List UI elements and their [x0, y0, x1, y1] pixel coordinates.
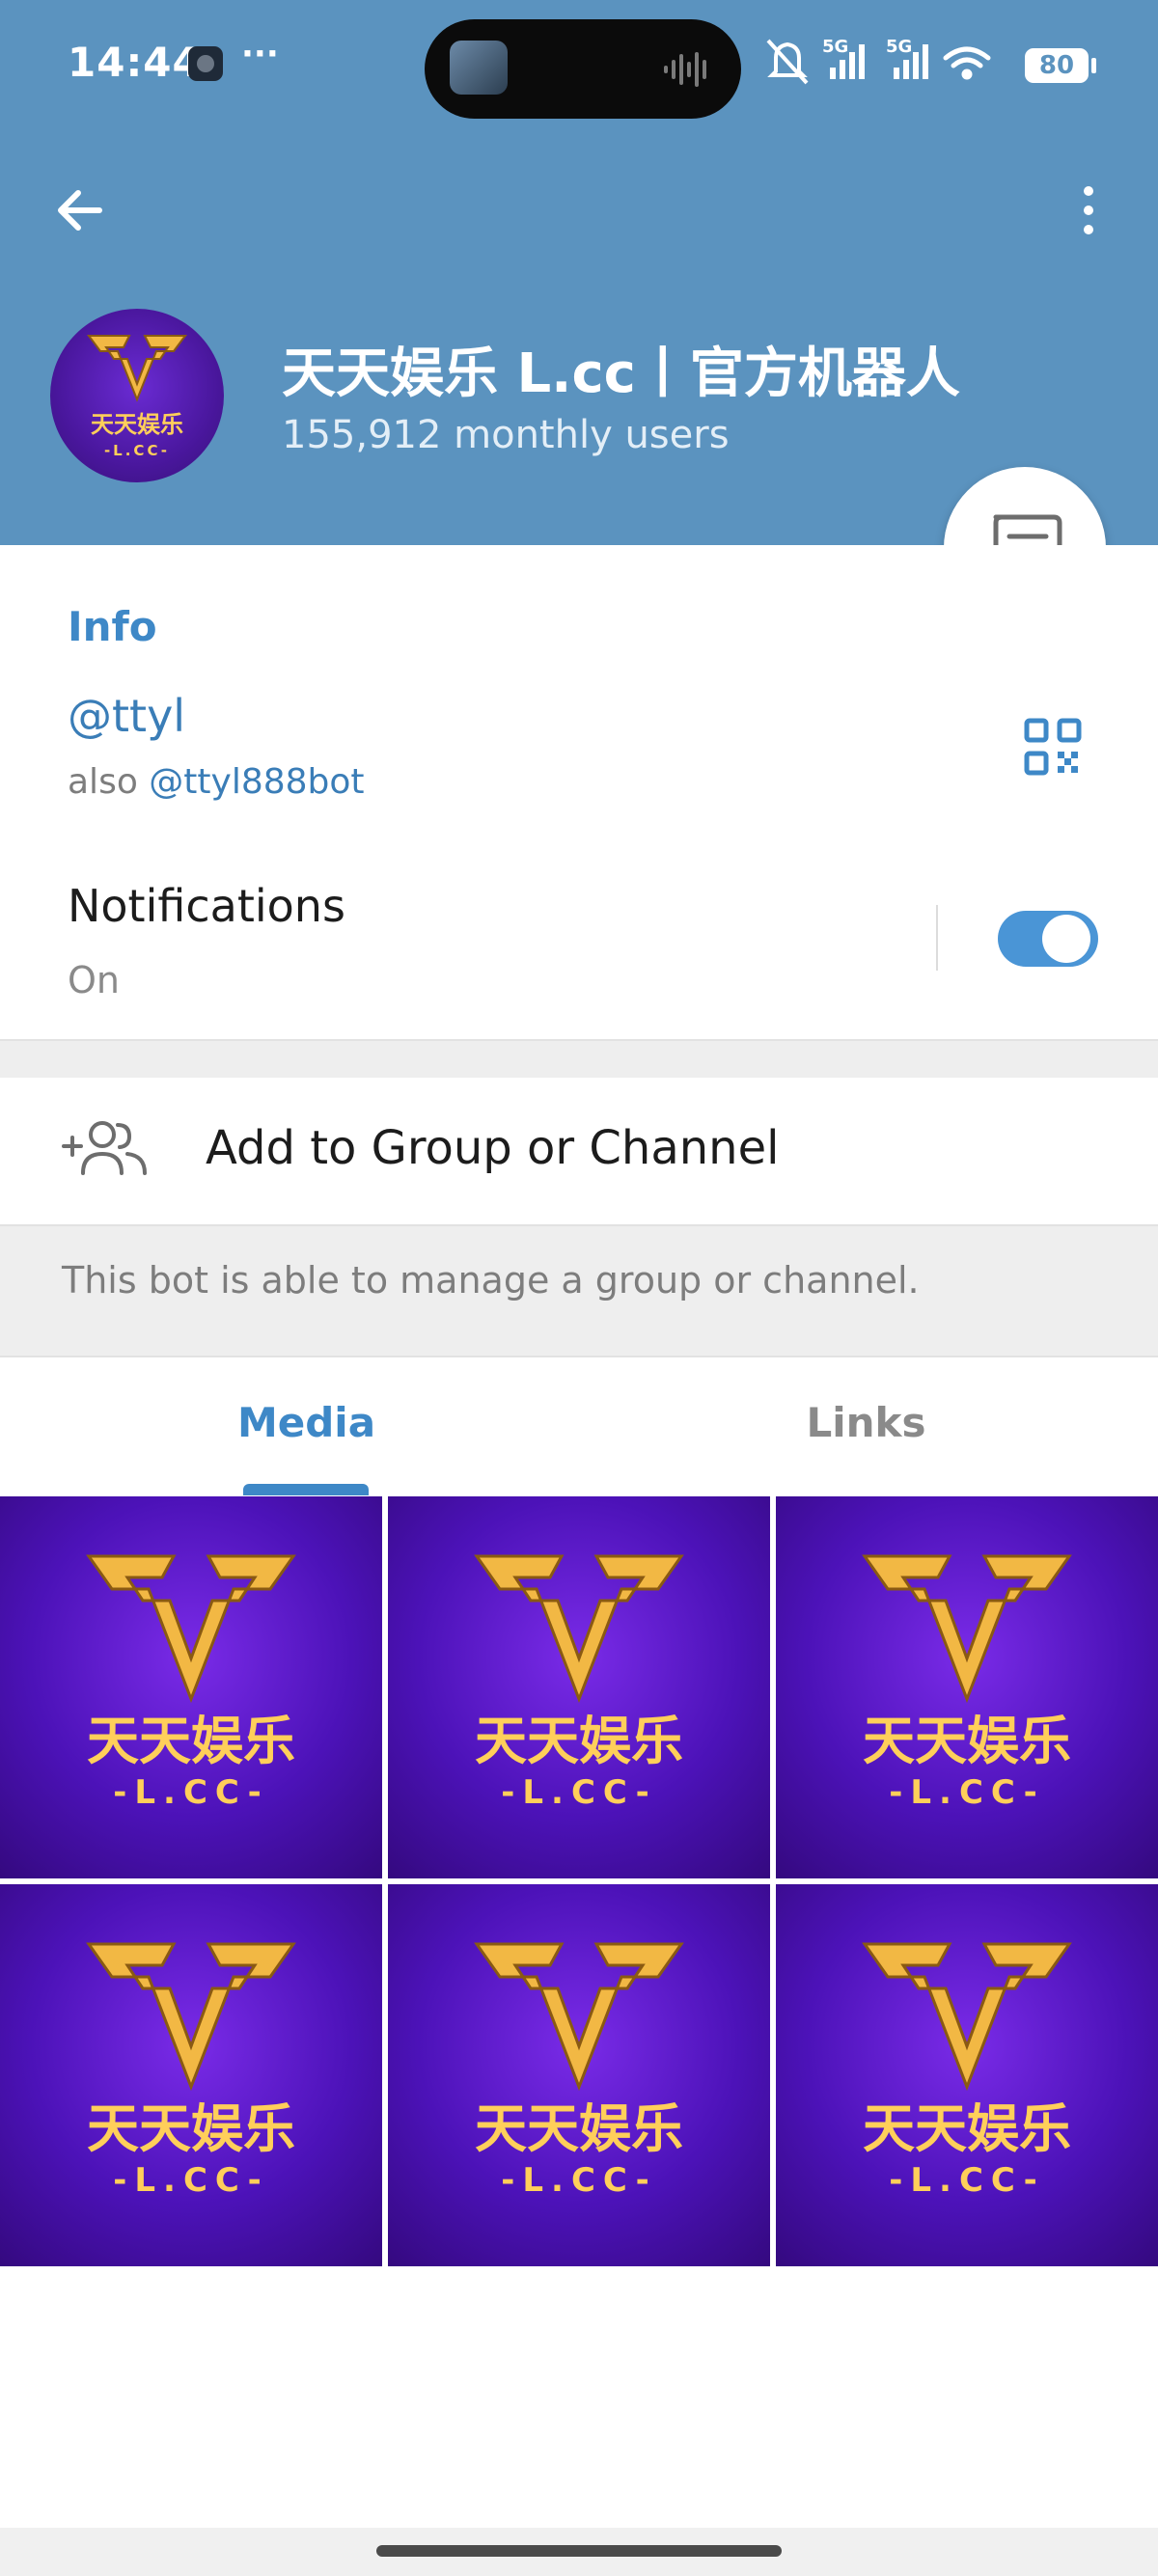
media-logo: 天天娱乐 -L.CC-: [86, 1942, 296, 2200]
wifi-icon: [943, 46, 991, 80]
media-thumbnail[interactable]: 天天娱乐 -L.CC-: [776, 1496, 1158, 1878]
audio-wave-icon: [664, 52, 706, 87]
bot-note-text: This bot is able to manage a group or ch…: [62, 1259, 920, 1302]
battery-tip: [1091, 58, 1096, 73]
media-logo-text: 天天娱乐: [475, 2098, 683, 2159]
notifications-state: On: [68, 959, 120, 1001]
notification-app-icon: [188, 46, 223, 81]
tab-media[interactable]: Media: [193, 1399, 420, 1446]
v-logo-icon: [474, 1942, 684, 2092]
status-time: 14:44: [68, 39, 202, 86]
avatar-logo-text: 天天娱乐: [91, 411, 183, 438]
media-logo-text: 天天娱乐: [87, 2098, 295, 2159]
v-logo-icon: [87, 335, 187, 402]
media-logo-sub: -L.CC-: [501, 1773, 657, 1812]
media-logo-sub: -L.CC-: [501, 2161, 657, 2200]
notifications-label[interactable]: Notifications: [68, 880, 345, 932]
also-username: also @ttyl888bot: [68, 762, 365, 802]
notifications-divider: [936, 905, 938, 971]
home-indicator[interactable]: [376, 2545, 782, 2557]
also-username-link[interactable]: @ttyl888bot: [149, 762, 364, 802]
media-thumbnail[interactable]: 天天娱乐 -L.CC-: [388, 1884, 770, 2266]
qr-code-icon[interactable]: [1023, 717, 1083, 777]
media-logo: 天天娱乐 -L.CC-: [474, 1554, 684, 1812]
v-logo-icon: [862, 1554, 1072, 1704]
avatar[interactable]: 天天娱乐 -L.CC-: [50, 309, 224, 482]
media-thumbnail[interactable]: 天天娱乐 -L.CC-: [388, 1496, 770, 1878]
info-section-title: Info: [68, 603, 157, 650]
media-logo-text: 天天娱乐: [87, 1711, 295, 1771]
bot-name-title: 天天娱乐 L.cc丨官方机器人: [282, 343, 960, 405]
also-prefix: also: [68, 762, 138, 802]
add-to-group-label[interactable]: Add to Group or Channel: [206, 1121, 779, 1175]
media-thumbnail[interactable]: 天天娱乐 -L.CC-: [0, 1884, 382, 2266]
media-logo-text: 天天娱乐: [475, 1711, 683, 1771]
media-logo: 天天娱乐 -L.CC-: [862, 1554, 1072, 1812]
media-logo: 天天娱乐 -L.CC-: [86, 1554, 296, 1812]
tab-links[interactable]: Links: [753, 1399, 979, 1446]
avatar-logo: 天天娱乐 -L.CC-: [87, 335, 187, 459]
network-label-1: 5G: [822, 37, 848, 57]
arrow-left-icon[interactable]: [43, 174, 117, 247]
network-label-2: 5G: [886, 37, 912, 57]
v-logo-icon: [86, 1554, 296, 1704]
media-logo: 天天娱乐 -L.CC-: [862, 1942, 1072, 2200]
media-thumbnail-icon: [450, 41, 508, 95]
battery-indicator: 80: [1025, 48, 1089, 83]
avatar-logo-sub: -L.CC-: [104, 442, 170, 459]
notifications-toggle-knob: [1042, 915, 1090, 963]
media-logo-sub: -L.CC-: [889, 2161, 1045, 2200]
media-logo-text: 天天娱乐: [863, 1711, 1071, 1771]
add-users-icon: [62, 1121, 147, 1175]
media-thumbnail[interactable]: 天天娱乐 -L.CC-: [776, 1884, 1158, 2266]
username-link[interactable]: @ttyl: [68, 690, 185, 742]
monthly-users: 155,912 monthly users: [282, 413, 730, 457]
media-logo: 天天娱乐 -L.CC-: [474, 1942, 684, 2200]
v-logo-icon: [474, 1554, 684, 1704]
v-logo-icon: [86, 1942, 296, 2092]
v-logo-icon: [862, 1942, 1072, 2092]
media-thumbnail[interactable]: 天天娱乐 -L.CC-: [0, 1496, 382, 1878]
media-logo-text: 天天娱乐: [863, 2098, 1071, 2159]
media-logo-sub: -L.CC-: [889, 1773, 1045, 1812]
more-vertical-icon[interactable]: [1052, 174, 1125, 247]
tab-active-indicator: [243, 1484, 369, 1495]
media-logo-sub: -L.CC-: [113, 1773, 269, 1812]
mute-icon: [766, 39, 809, 85]
media-tabs: [0, 1357, 1158, 1496]
more-notifications-dots: ···: [241, 35, 279, 73]
media-logo-sub: -L.CC-: [113, 2161, 269, 2200]
section-divider: [0, 1039, 1158, 1078]
